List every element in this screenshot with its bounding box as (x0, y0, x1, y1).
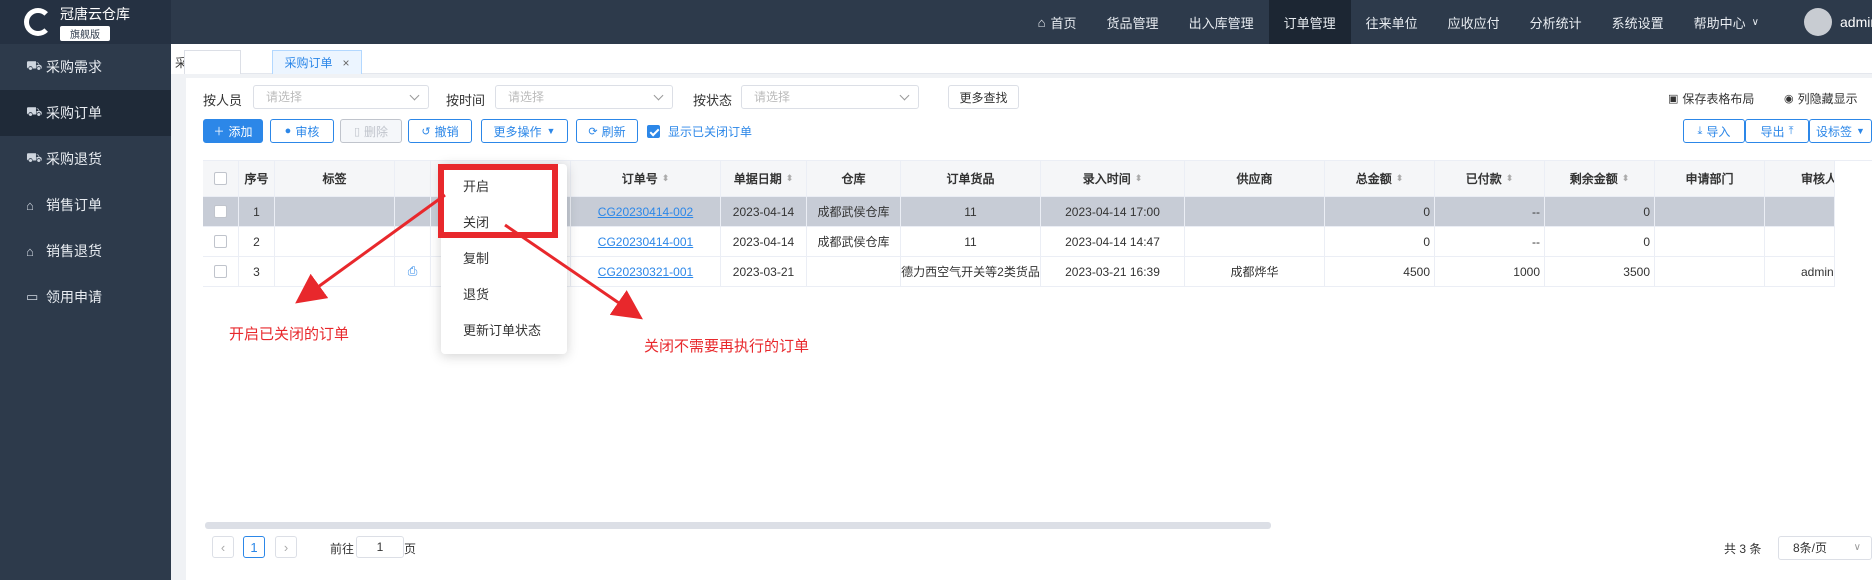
goto-suffix: 页 (404, 542, 417, 556)
goto-label: 前往 (330, 542, 355, 556)
page-number-button[interactable]: 1 (243, 536, 265, 558)
horizontal-scrollbar[interactable] (205, 522, 1271, 529)
goto-page-input[interactable]: 1 (356, 536, 404, 558)
total-count: 共 3 条 (1724, 542, 1762, 556)
page-size-select[interactable]: 8条/页 ∨ (1778, 536, 1872, 560)
annotation-arrows (295, 193, 643, 320)
next-page-button[interactable]: › (275, 536, 297, 558)
chevron-down-icon: ∨ (1853, 542, 1861, 553)
annotation-open: 开启已关闭的订单 (229, 326, 350, 343)
prev-page-button[interactable]: ‹ (212, 536, 234, 558)
arrow-left (295, 193, 446, 304)
annotation-close: 关闭不需要再执行的订单 (644, 338, 810, 355)
page-size-value: 8条/页 (1793, 541, 1828, 555)
arrow-right (504, 223, 643, 320)
